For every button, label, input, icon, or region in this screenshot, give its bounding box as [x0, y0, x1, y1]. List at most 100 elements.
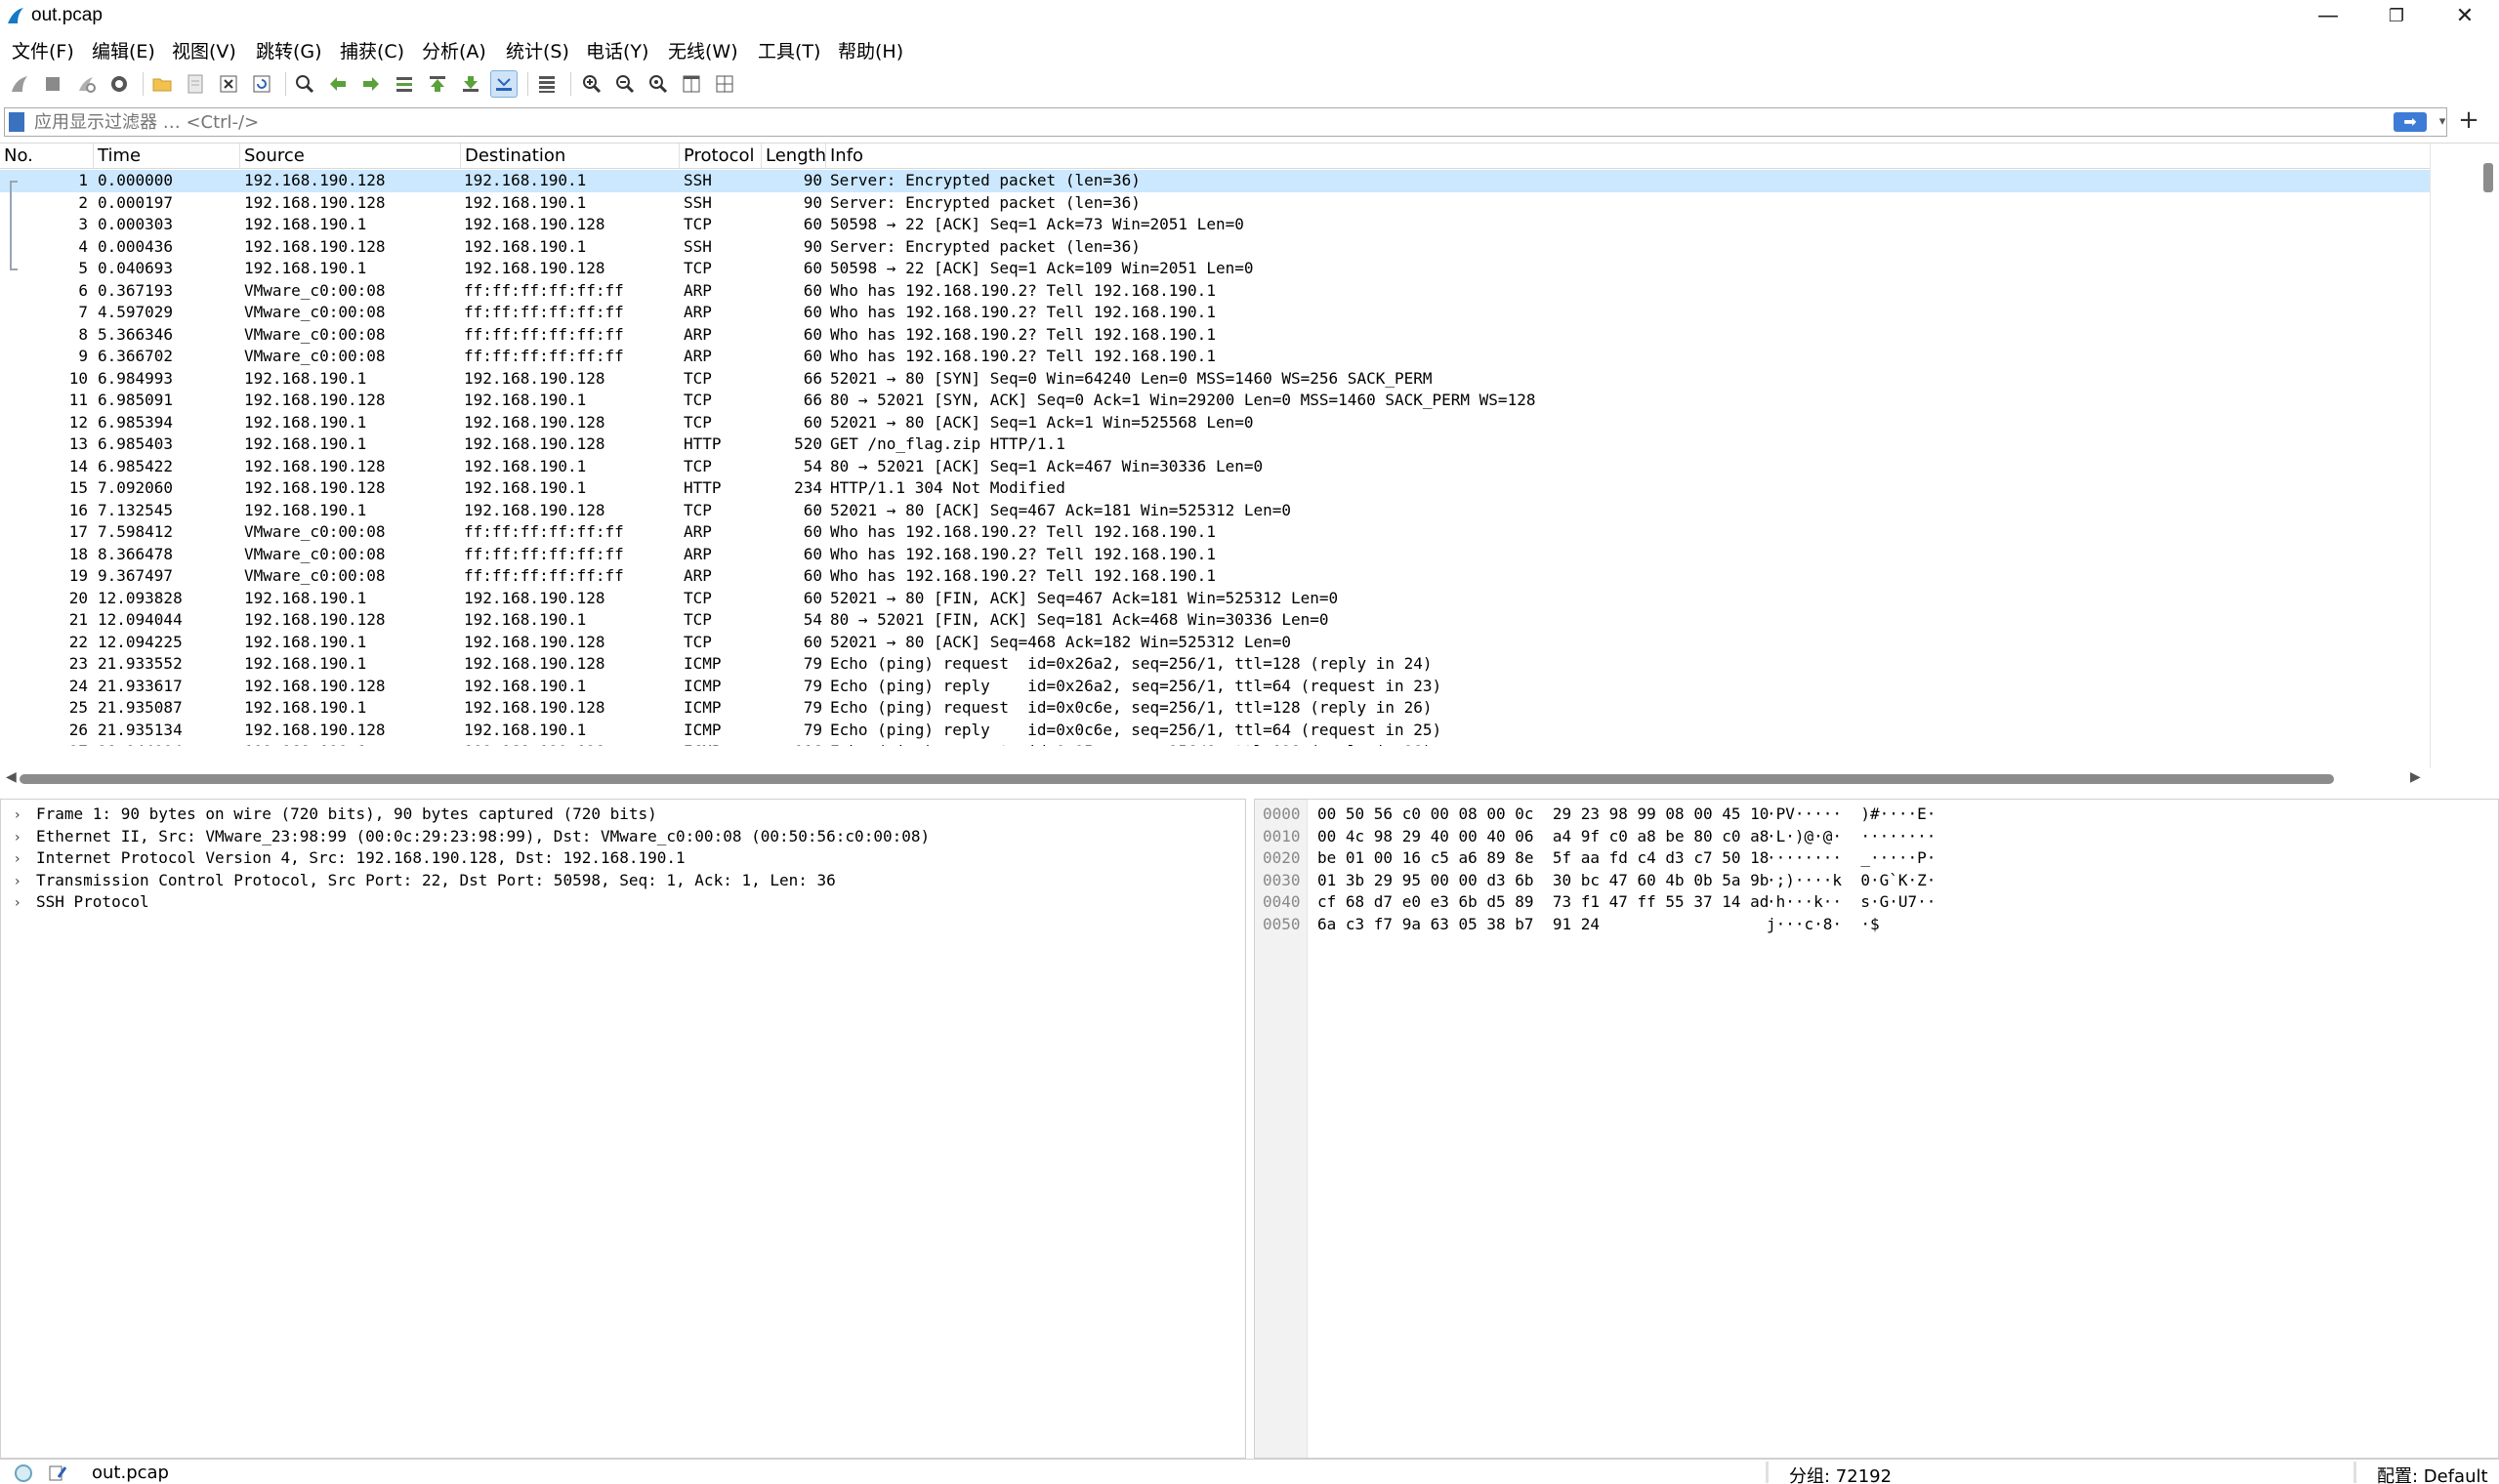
packet-row[interactable]: 17 7.598412 VMware_c0:00:08 ff:ff:ff:ff:ff:…	[0, 521, 2430, 544]
scroll-right-arrow-icon[interactable]: ▶	[2410, 769, 2421, 785]
packet-row[interactable]: 11 6.985091 192.168.190.128 192.168.190.1 TC…	[0, 390, 2430, 412]
capture-options-gear-icon[interactable]	[105, 70, 133, 98]
open-folder-icon[interactable]	[148, 70, 176, 98]
byte-ascii[interactable]: j···c·8· ·$	[1767, 914, 1880, 936]
packet-row[interactable]: 6 0.367193 VMware_c0:00:08 ff:ff:ff:ff:ff:f…	[0, 280, 2430, 303]
apply-filter-arrow-icon[interactable]: ➡	[2394, 112, 2427, 132]
byte-ascii[interactable]: ·;)····k 0·G`K·Z·	[1767, 870, 1936, 892]
packet-row[interactable]: 1 0.000000 192.168.190.128 192.168.190.1 SSH…	[0, 170, 2430, 192]
menu-analyze[interactable]: 分析(A)	[422, 37, 486, 63]
restore-button[interactable]: ❐	[2362, 0, 2431, 33]
packet-row[interactable]: 10 6.984993 192.168.190.1 192.168.190.128 TC…	[0, 368, 2430, 391]
go-first-packet-icon[interactable]	[424, 70, 451, 98]
capture-comment-icon[interactable]	[47, 1463, 68, 1483]
close-button[interactable]: ✕	[2431, 0, 2499, 33]
add-filter-button[interactable]: +	[2455, 105, 2482, 135]
packet-row[interactable]: 21 12.094044 192.168.190.128 192.168.190.1 T…	[0, 609, 2430, 632]
column-header-no[interactable]: No.	[0, 144, 94, 169]
horizontal-scroll-thumb[interactable]	[20, 774, 2334, 784]
expand-chevron-icon[interactable]: ›	[15, 848, 36, 871]
byte-ascii[interactable]: ········ _·····P·	[1767, 847, 1936, 870]
auto-scroll-icon[interactable]	[490, 70, 518, 98]
column-header-time[interactable]: Time	[94, 144, 240, 169]
start-capture-fin-icon[interactable]	[6, 70, 33, 98]
packet-row[interactable]: 22 12.094225 192.168.190.1 192.168.190.128 T…	[0, 632, 2430, 654]
packet-row[interactable]: 18 8.366478 VMware_c0:00:08 ff:ff:ff:ff:ff:…	[0, 544, 2430, 566]
scroll-left-arrow-icon[interactable]: ◀	[6, 769, 17, 785]
menu-tools[interactable]: 工具(T)	[758, 37, 820, 63]
packet-row[interactable]: 14 6.985422 192.168.190.128 192.168.190.1 TC…	[0, 456, 2430, 478]
packet-row[interactable]: 13 6.985403 192.168.190.1 192.168.190.128 HT…	[0, 433, 2430, 456]
packet-row[interactable]: 24 21.933617 192.168.190.128 192.168.190.1 I…	[0, 676, 2430, 698]
expand-chevron-icon[interactable]: ›	[15, 827, 36, 849]
packet-row[interactable]: 20 12.093828 192.168.190.1 192.168.190.128 T…	[0, 588, 2430, 610]
column-header-protocol[interactable]: Protocol	[680, 144, 762, 169]
packet-row[interactable]: 7 4.597029 VMware_c0:00:08 ff:ff:ff:ff:ff:f…	[0, 302, 2430, 324]
detail-tree-item[interactable]: › Ethernet II, Src: VMware_23:98:99 (00:0…	[15, 826, 930, 848]
expand-chevron-icon[interactable]: ›	[15, 804, 36, 827]
close-file-icon[interactable]	[215, 70, 242, 98]
column-header-source[interactable]: Source	[240, 144, 461, 169]
packet-row[interactable]: 3 0.000303 192.168.190.1 192.168.190.128 TCP…	[0, 214, 2430, 236]
packet-row[interactable]: 2 0.000197 192.168.190.128 192.168.190.1 SSH…	[0, 192, 2430, 215]
packet-row[interactable]: 5 0.040693 192.168.190.1 192.168.190.128 TCP…	[0, 258, 2430, 280]
normal-size-icon[interactable]	[645, 70, 672, 98]
display-filter-input[interactable]	[34, 110, 2358, 134]
packet-row[interactable]: 23 21.933552 192.168.190.1 192.168.190.128 I…	[0, 653, 2430, 676]
packet-list-horizontal-scrollbar[interactable]: ◀ ▶	[0, 768, 2430, 786]
packet-row[interactable]: 26 21.935134 192.168.190.128 192.168.190.1 I…	[0, 720, 2430, 742]
menu-statistics[interactable]: 统计(S)	[506, 37, 569, 63]
packet-row[interactable]: 27 21.944994 192.168.190.1192.168.190.128 I…	[0, 741, 2430, 746]
packet-row[interactable]: 9 6.366702 VMware_c0:00:08 ff:ff:ff:ff:ff:f…	[0, 346, 2430, 368]
detail-tree-item[interactable]: › Transmission Control Protocol, Src Port…	[15, 870, 836, 892]
minimize-button[interactable]: —	[2294, 0, 2362, 33]
packet-row[interactable]: 12 6.985394 192.168.190.1 192.168.190.128 TC…	[0, 412, 2430, 434]
byte-ascii[interactable]: ·L·)@·@· ········	[1767, 826, 1936, 848]
filter-bookmark-icon[interactable]	[9, 112, 24, 132]
packet-row[interactable]: 8 5.366346 VMware_c0:00:08 ff:ff:ff:ff:ff:f…	[0, 324, 2430, 347]
go-forward-arrow-icon[interactable]	[357, 70, 385, 98]
menu-go[interactable]: 跳转(G)	[256, 37, 322, 63]
go-last-packet-icon[interactable]	[457, 70, 484, 98]
column-header-info[interactable]: Info	[826, 144, 2430, 169]
packet-list-vertical-scrollbar[interactable]	[2430, 144, 2498, 768]
menu-telephony[interactable]: 电话(Y)	[586, 37, 648, 63]
colorize-list-icon[interactable]	[533, 70, 561, 98]
filter-history-dropdown-icon[interactable]: ▾	[2435, 110, 2450, 134]
stop-capture-icon[interactable]	[39, 70, 66, 98]
packet-row[interactable]: 19 9.367497 VMware_c0:00:08 ff:ff:ff:ff:ff:…	[0, 565, 2430, 588]
find-packet-search-icon[interactable]	[291, 70, 318, 98]
packet-row[interactable]: 25 21.935087 192.168.190.1 192.168.190.128 I…	[0, 697, 2430, 720]
resize-columns-icon[interactable]	[678, 70, 705, 98]
packet-row[interactable]: 4 0.000436 192.168.190.128 192.168.190.1 SSH…	[0, 236, 2430, 259]
column-header-length[interactable]: Length	[762, 144, 826, 169]
menu-capture[interactable]: 捕获(C)	[340, 37, 404, 63]
column-header-destination[interactable]: Destination	[461, 144, 680, 169]
menu-view[interactable]: 视图(V)	[172, 37, 236, 63]
layout-grid-icon[interactable]	[711, 70, 738, 98]
byte-hex[interactable]: be 01 00 16 c5 a6 89 8e 5f aa fd c4 d3 c…	[1317, 847, 1769, 870]
byte-hex[interactable]: cf 68 d7 e0 e3 6b d5 89 73 f1 47 ff 55 3…	[1317, 891, 1769, 914]
reload-file-icon[interactable]	[248, 70, 275, 98]
save-file-icon[interactable]	[182, 70, 209, 98]
packet-row[interactable]: 16 7.132545 192.168.190.1 192.168.190.128 TC…	[0, 500, 2430, 522]
zoom-out-icon[interactable]	[611, 70, 639, 98]
expand-chevron-icon[interactable]: ›	[15, 871, 36, 893]
menu-edit[interactable]: 编辑(E)	[92, 37, 155, 63]
detail-tree-item[interactable]: › SSH Protocol	[15, 891, 149, 914]
byte-ascii[interactable]: ·h···k·· s·G·U7··	[1767, 891, 1936, 914]
menu-help[interactable]: 帮助(H)	[838, 37, 903, 63]
restart-capture-icon[interactable]	[72, 70, 100, 98]
byte-hex[interactable]: 00 50 56 c0 00 08 00 0c 29 23 98 99 08 0…	[1317, 804, 1769, 826]
detail-tree-item[interactable]: › Frame 1: 90 bytes on wire (720 bits), 9…	[15, 804, 657, 826]
expert-info-icon[interactable]	[14, 1463, 33, 1483]
vertical-scroll-thumb[interactable]	[2483, 163, 2493, 192]
zoom-in-icon[interactable]	[578, 70, 605, 98]
expand-chevron-icon[interactable]: ›	[15, 892, 36, 915]
detail-tree-item[interactable]: › Internet Protocol Version 4, Src: 192.1…	[15, 847, 686, 870]
byte-ascii[interactable]: ·PV····· )#····E·	[1767, 804, 1936, 826]
byte-hex[interactable]: 00 4c 98 29 40 00 40 06 a4 9f c0 a8 be 8…	[1317, 826, 1769, 848]
byte-hex[interactable]: 01 3b 29 95 00 00 d3 6b 30 bc 47 60 4b 0…	[1317, 870, 1769, 892]
menu-wireless[interactable]: 无线(W)	[668, 37, 738, 63]
go-to-packet-icon[interactable]	[391, 70, 418, 98]
